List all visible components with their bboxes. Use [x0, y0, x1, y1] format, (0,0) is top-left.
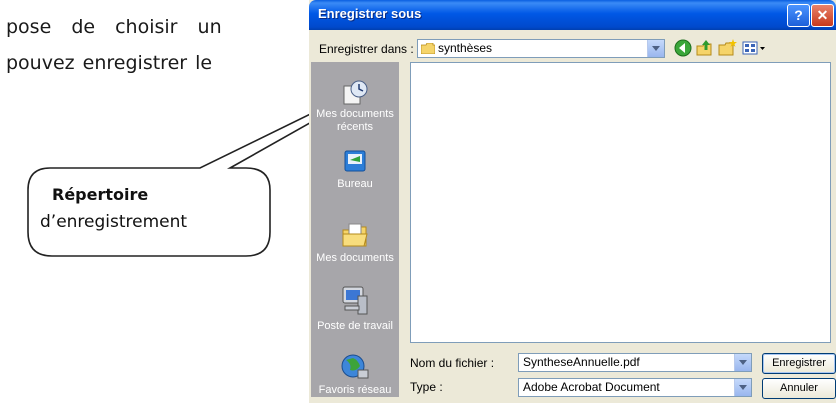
views-menu-icon[interactable]	[741, 38, 767, 58]
callout-title: Répertoire	[52, 185, 149, 204]
callout-subtitle: d’enregistrement	[40, 212, 188, 232]
dialog-title: Enregistrer sous	[318, 6, 422, 21]
new-folder-icon[interactable]	[718, 38, 738, 58]
desktop-icon	[344, 150, 366, 172]
chevron-down-icon[interactable]	[734, 354, 751, 371]
document-text-line: pouvez enregistrer le	[6, 52, 213, 74]
chevron-down-icon[interactable]	[734, 379, 751, 396]
filename-label: Nom du fichier :	[410, 356, 495, 370]
place-label: Favoris réseau	[318, 384, 392, 396]
place-label: Poste de travail	[317, 320, 393, 332]
title-bar[interactable]: Enregistrer sous ? ✕	[309, 0, 836, 30]
chevron-down-icon[interactable]	[647, 40, 664, 57]
my-documents-icon	[342, 223, 368, 247]
save-in-label: Enregistrer dans :	[319, 42, 414, 56]
network-places-icon	[341, 354, 369, 379]
close-button[interactable]: ✕	[811, 4, 834, 27]
save-button[interactable]: Enregistrer	[762, 353, 836, 374]
back-icon[interactable]	[673, 38, 693, 58]
filename-value: SyntheseAnnuelle.pdf	[523, 355, 640, 369]
file-type-label: Type :	[410, 380, 443, 394]
place-my-computer[interactable]: Poste de travail	[311, 284, 399, 333]
place-desktop[interactable]: Bureau	[311, 148, 399, 191]
document-text-line: pose de choisir un	[6, 16, 222, 38]
place-recent-documents[interactable]: Mes documents récents	[311, 78, 399, 134]
place-label: Mes documents récents	[316, 108, 394, 133]
filename-input[interactable]: SyntheseAnnuelle.pdf	[518, 353, 752, 372]
save-in-value: synthèses	[438, 41, 493, 55]
places-bar: Mes documents récents Bureau Mes documen…	[311, 62, 399, 397]
file-list[interactable]	[410, 62, 831, 343]
file-type-value: Adobe Acrobat Document	[523, 380, 660, 394]
save-as-dialog: Enregistrer sous ? ✕ Enregistrer dans : …	[309, 0, 836, 403]
cancel-button[interactable]: Annuler	[762, 378, 836, 399]
help-button[interactable]: ?	[787, 4, 810, 27]
place-label: Mes documents	[316, 252, 394, 264]
up-folder-icon[interactable]	[695, 38, 715, 58]
file-type-select[interactable]: Adobe Acrobat Document	[518, 378, 752, 397]
place-network[interactable]: Favoris réseau	[311, 352, 399, 397]
save-in-combobox[interactable]: synthèses	[417, 39, 665, 58]
recent-documents-icon	[343, 80, 368, 105]
folder-icon	[421, 43, 435, 54]
place-my-documents[interactable]: Mes documents	[311, 220, 399, 265]
my-computer-icon	[342, 286, 368, 315]
place-label: Bureau	[337, 178, 373, 190]
